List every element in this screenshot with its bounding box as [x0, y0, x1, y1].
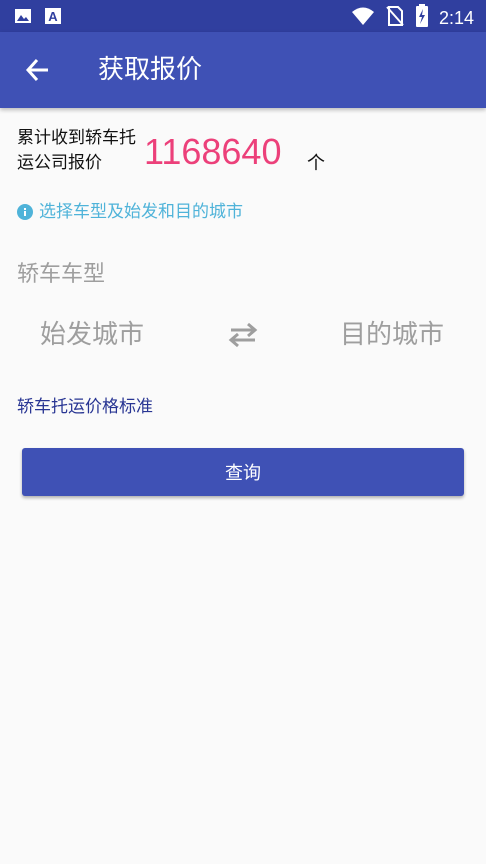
status-bar: A 2:14 [0, 0, 486, 32]
to-city-selector[interactable]: 目的城市 [340, 318, 444, 352]
status-right-icons: 2:14 [351, 4, 474, 32]
query-button[interactable]: 查询 [22, 448, 464, 496]
image-icon [14, 7, 32, 25]
battery-charging-icon [415, 4, 429, 32]
quote-count-unit: 个 [307, 153, 325, 174]
status-left-icons: A [14, 7, 62, 25]
car-type-selector[interactable]: 轿车车型 [17, 260, 105, 290]
back-button[interactable] [18, 52, 58, 88]
arrow-left-icon [25, 58, 48, 82]
swap-cities-button[interactable] [226, 320, 260, 350]
swap-arrows-icon [228, 322, 258, 348]
text-a-icon: A [44, 7, 62, 25]
app-bar: 获取报价 [0, 32, 486, 108]
status-time: 2:14 [438, 8, 474, 28]
hint-text: 选择车型及始发和目的城市 [39, 202, 243, 222]
from-city-selector[interactable]: 始发城市 [40, 318, 144, 352]
no-sim-icon [385, 5, 405, 31]
page-title: 获取报价 [98, 55, 203, 85]
quote-count-label: 累计收到轿车托运公司报价 [17, 128, 136, 173]
quote-count-value: 1168640 [144, 131, 282, 172]
selection-hint: 选择车型及始发和目的城市 [17, 200, 243, 224]
price-standard-link[interactable]: 轿车托运价格标准 [17, 394, 153, 420]
info-icon [17, 204, 33, 220]
wifi-icon [351, 6, 375, 30]
svg-text:A: A [48, 9, 58, 24]
